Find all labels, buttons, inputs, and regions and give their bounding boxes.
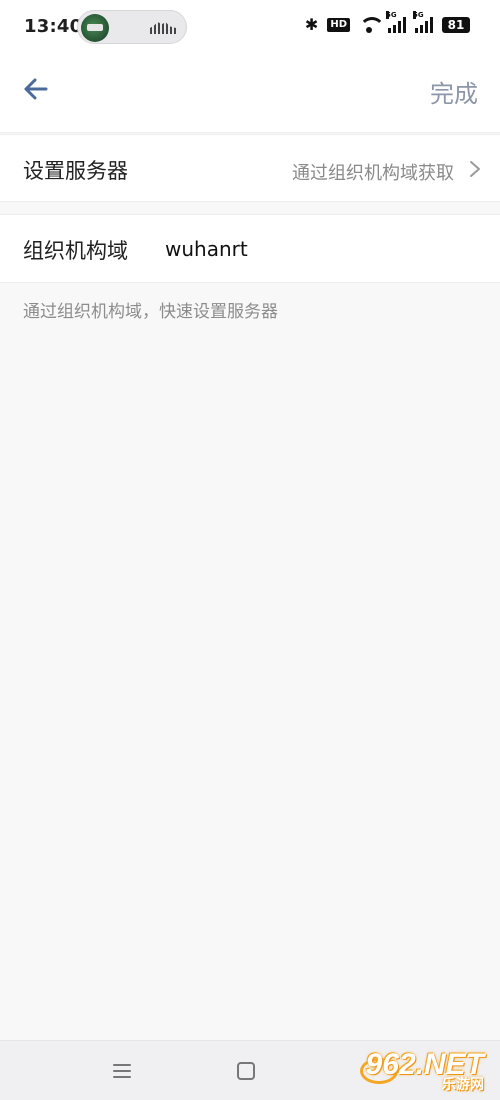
org-domain-label: 组织机构域 <box>23 239 128 263</box>
signal-icon: 5G <box>386 11 406 33</box>
bluetooth-icon: ✱ <box>304 15 319 34</box>
done-button[interactable]: 完成 <box>430 74 478 109</box>
org-domain-input[interactable] <box>165 233 475 265</box>
media-thumbnail <box>81 14 109 42</box>
signal-network-label: 5G <box>413 11 424 19</box>
org-domain-row: 组织机构域 <box>0 214 500 283</box>
signal-icon: 5G <box>413 11 433 33</box>
menu-icon[interactable] <box>112 1063 132 1079</box>
wifi-icon <box>359 17 385 33</box>
chevron-right-icon <box>470 161 480 177</box>
hint-text: 通过组织机构域，快速设置服务器 <box>23 302 278 322</box>
home-icon[interactable] <box>237 1062 255 1080</box>
status-bar: 13:40 ✱ HD 5G 5G 81 <box>0 0 500 56</box>
watermark-logo: 962.NET 乐游网 <box>360 1048 492 1094</box>
signal-network-label: 5G <box>386 11 397 19</box>
hd-icon: HD <box>327 18 350 32</box>
server-setting-row[interactable]: 设置服务器 通过组织机构域获取 <box>0 134 500 202</box>
server-setting-value: 通过组织机构域获取 <box>292 163 454 184</box>
system-nav-bar: 962.NET 乐游网 <box>0 1040 500 1100</box>
app-header: 完成 <box>0 56 500 133</box>
arrow-left-icon <box>24 78 48 100</box>
server-setting-label: 设置服务器 <box>23 159 128 183</box>
audio-wave-icon <box>150 22 176 34</box>
media-pill[interactable] <box>77 10 187 44</box>
status-icons: ✱ HD 5G 5G 81 <box>304 11 470 34</box>
status-time: 13:40 <box>24 16 83 37</box>
watermark-sub: 乐游网 <box>442 1077 484 1093</box>
battery-icon: 81 <box>442 17 470 33</box>
back-button[interactable] <box>18 71 54 107</box>
